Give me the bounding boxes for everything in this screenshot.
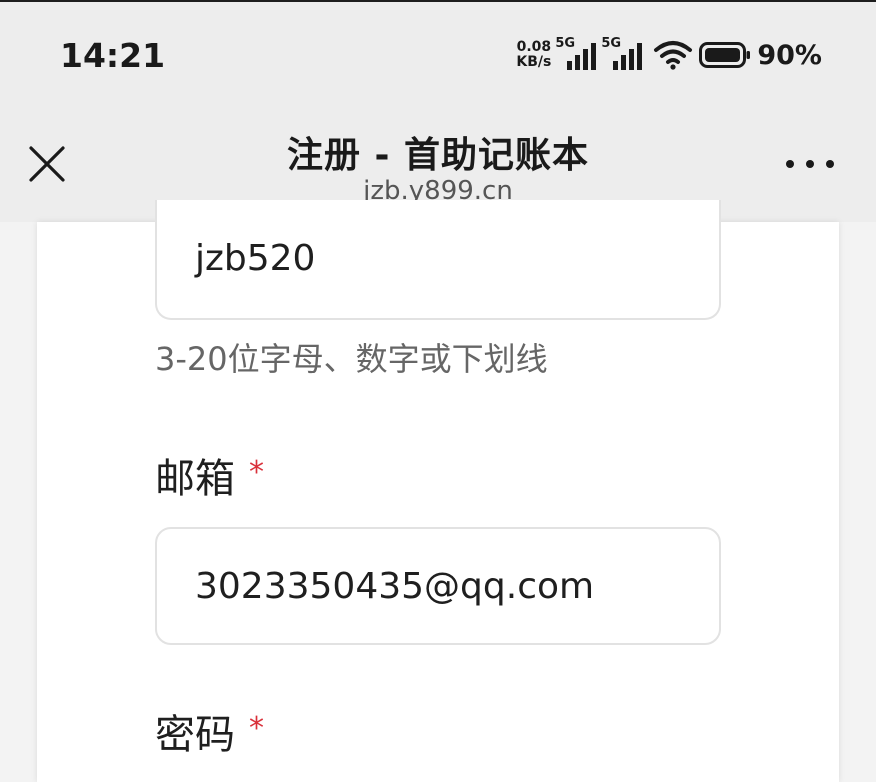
password-label-text: 密码 (155, 712, 235, 758)
more-icon-dot[interactable] (806, 160, 814, 168)
net-speed: 0.08 KB/s (516, 40, 551, 70)
signal-sim1: 5G (555, 37, 599, 73)
more-button[interactable] (786, 154, 834, 174)
signal-sim2: 5G (601, 37, 645, 73)
required-mark: * (249, 711, 264, 746)
battery-percent: 90% (757, 39, 822, 71)
wifi-icon (654, 41, 693, 70)
signal-icon (567, 43, 597, 70)
battery-icon (699, 42, 751, 68)
email-value[interactable]: 3023350435@qq.com (195, 566, 594, 607)
top-bar: 14:21 0.08 KB/s 5G 5G 90% 注册 - 首助记账本 jzb… (0, 0, 876, 222)
net-speed-value: 0.08 (516, 39, 552, 55)
password-label: 密码 * (155, 702, 264, 760)
required-mark: * (249, 455, 264, 490)
status-icons: 0.08 KB/s 5G 5G 90% (516, 32, 822, 78)
net-speed-unit: KB/s (516, 54, 552, 70)
email-label: 邮箱 * (155, 446, 264, 504)
page-title: 注册 - 首助记账本 (286, 135, 589, 176)
more-icon-dot[interactable] (826, 160, 834, 168)
status-time: 14:21 (60, 36, 166, 75)
email-input[interactable]: 3023350435@qq.com (155, 527, 721, 645)
username-hint: 3-20位字母、数字或下划线 (155, 340, 548, 378)
email-label-text: 邮箱 (155, 456, 235, 502)
more-icon-dot[interactable] (786, 160, 794, 168)
username-value[interactable]: jzb520 (195, 238, 315, 279)
username-input[interactable]: jzb520 (155, 200, 721, 320)
signal-icon (613, 43, 643, 70)
